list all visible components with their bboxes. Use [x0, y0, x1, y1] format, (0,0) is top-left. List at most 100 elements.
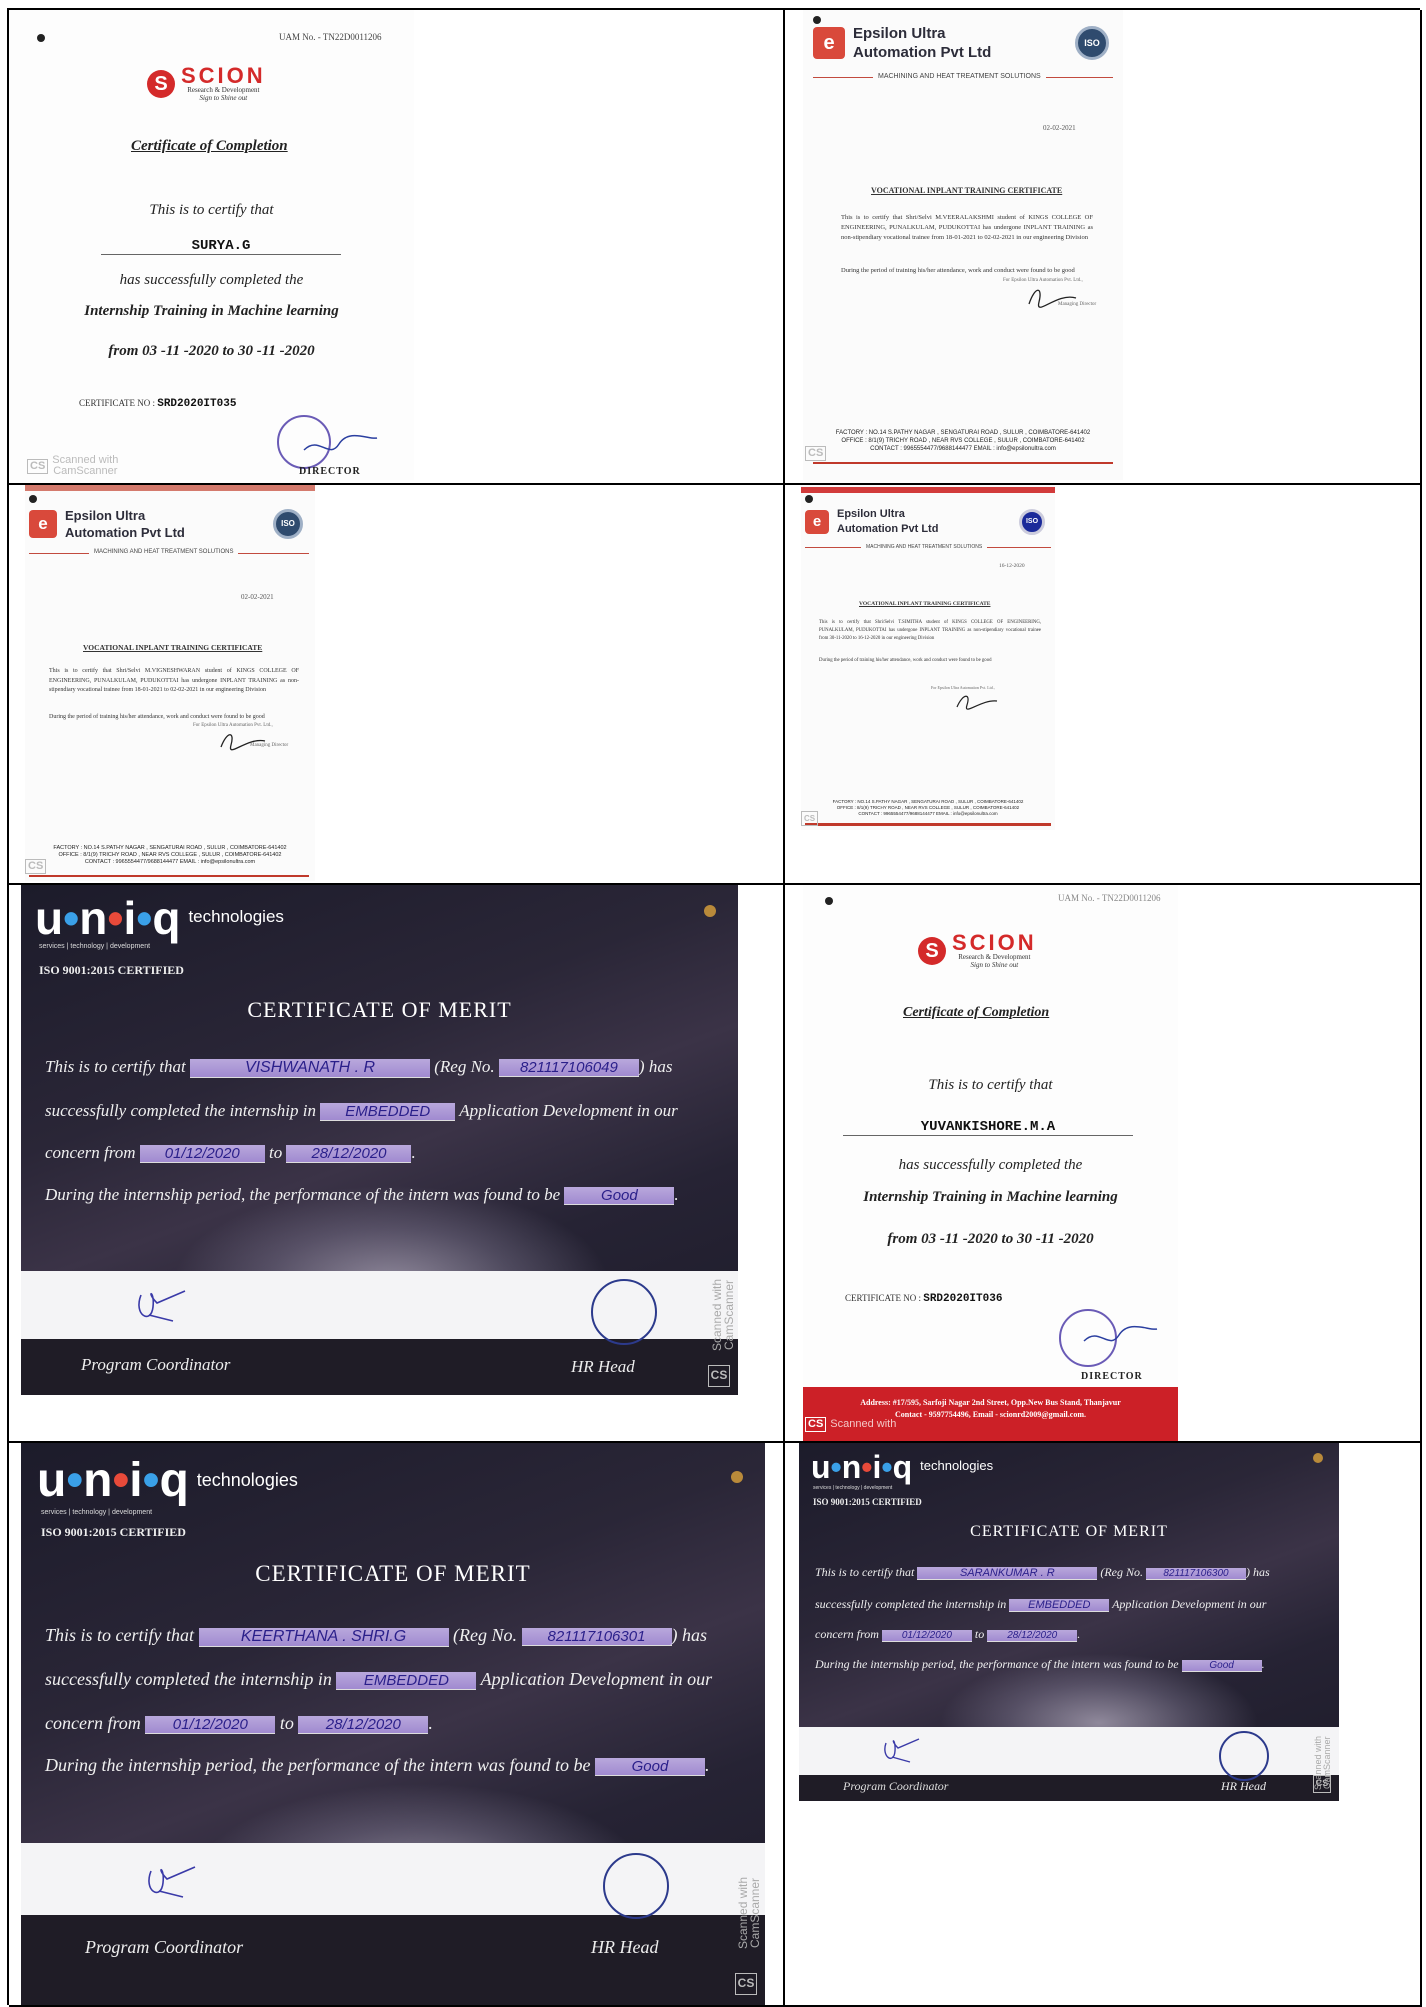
cs-badge: CS: [735, 1973, 757, 1995]
iso-badge: ISO: [1019, 509, 1045, 535]
domain-field: EMBEDDED: [1009, 1599, 1110, 1612]
completed-line: has successfully completed the: [119, 272, 304, 288]
certify-line: This is to certify that KEERTHANA . SHRI…: [45, 1625, 707, 1647]
reg-number-field: 821117106300: [1146, 1568, 1246, 1580]
certificate-number: CERTIFICATE NO : SRD2020IT036: [845, 1293, 1002, 1305]
reg-number-field: 821117106049: [498, 1059, 639, 1077]
uniq-tech: technologies: [920, 1458, 994, 1473]
to-date-field: 28/12/2020: [298, 1716, 429, 1734]
cs-badge: CS: [801, 811, 819, 826]
footer-contact: CONTACT : 9965554477/9688144477 EMAIL : …: [870, 445, 1056, 452]
from-date-field: 01/12/2020: [881, 1630, 972, 1642]
epsilon-name-1: Epsilon Ultra: [853, 25, 946, 42]
certify-line: This is to certify that: [928, 1077, 1053, 1093]
cert-no-label: CERTIFICATE NO :: [79, 398, 155, 408]
scion-logo: S SCION Research & Development Sign to S…: [918, 932, 1037, 969]
cell-scion-yuvankishore: UAM No. - TN22D0011206 S SCION Research …: [785, 885, 1422, 1443]
certify-line: This is to certify that SARANKUMAR . R (…: [815, 1565, 1270, 1580]
from-date-field: 01/12/2020: [145, 1716, 276, 1734]
iso-certified: ISO 9001:2015 CERTIFIED: [813, 1497, 922, 1507]
recipient-name-field: KEERTHANA . SHRI.G: [198, 1628, 449, 1647]
cert-no-value: SRD2020IT036: [923, 1293, 1003, 1305]
cs-badge: CS: [805, 446, 827, 461]
uniq-sub: services | technology | development: [41, 1509, 153, 1516]
epsilon-logo-icon: e: [813, 27, 845, 59]
coordinator-signature: [148, 1866, 196, 1898]
coordinator-label: Program Coordinator: [85, 1937, 244, 1957]
uniq-logo: u•n•i•q technologies: [37, 1457, 298, 1505]
address-footer: FACTORY : NO.14 S.PATHY NAGAR , SENGATUR…: [801, 799, 1055, 817]
address-footer: FACTORY : NO.14 S.PATHY NAGAR , SENGATUR…: [803, 430, 1123, 453]
signature: [1083, 1325, 1158, 1342]
scion-brand-sub: Research & Development: [958, 953, 1031, 961]
cs-badge: CS: [25, 859, 47, 874]
period-line: concern from 01/12/2020 to 28/12/2020.: [45, 1713, 433, 1734]
sign-role: Managing Director: [1058, 302, 1097, 307]
epsilon-certificate-3: e Epsilon Ultra Automation Pvt Ltd ISO MA…: [801, 485, 1055, 830]
tagline: MACHINING AND HEAT TREATMENT SOLUTIONS: [861, 544, 988, 550]
to-date-field: 28/12/2020: [286, 1145, 412, 1163]
epsilon-logo-icon: e: [805, 510, 829, 534]
footer-bar: [805, 823, 1051, 826]
domain-field: EMBEDDED: [336, 1672, 477, 1690]
cs-text2: CamScanner: [53, 465, 118, 477]
director-label: DIRECTOR: [299, 466, 361, 477]
bottom-band: [21, 1915, 765, 2005]
uniq-certificate-2: u•n•i•q technologies services | technolo…: [21, 1443, 765, 2005]
punch-hole: [731, 1471, 743, 1483]
coordinator-signature: [138, 1290, 186, 1322]
uniq-sub: services | technology | development: [813, 1485, 893, 1491]
cs-badge: CS: [27, 458, 49, 474]
certificate-title: Certificate of Completion: [903, 1005, 1050, 1020]
hr-label: HR Head: [571, 1357, 635, 1376]
sign-role: Managing Director: [250, 743, 289, 748]
certificate-title: CERTIFICATE OF MERIT: [970, 1523, 1168, 1540]
camscanner-watermark: Scanned with CamScanner: [710, 1278, 736, 1352]
certificate-number: CERTIFICATE NO : SRD2020IT035: [79, 398, 236, 410]
epsilon-name-1: Epsilon Ultra: [837, 508, 905, 520]
uniq-sub: services | technology | development: [39, 943, 151, 950]
domain-field: EMBEDDED: [320, 1103, 456, 1121]
certificate-date: 02-02-2021: [241, 593, 274, 601]
scion-certificate-2: UAM No. - TN22D0011206 S SCION Research …: [803, 885, 1178, 1441]
uniq-tech: technologies: [188, 907, 284, 926]
epsilon-logo: e Epsilon Ultra Automation Pvt Ltd: [813, 24, 991, 62]
certificate-title: VOCATIONAL INPLANT TRAINING CERTIFICATE: [859, 601, 991, 607]
grade-field: Good: [594, 1758, 705, 1776]
footer-contact: CONTACT : 9965554477/9688144477 EMAIL : …: [858, 810, 998, 816]
from-date-field: 01/12/2020: [139, 1145, 265, 1163]
scion-brand-tag: Sign to Shine out: [199, 94, 248, 102]
hr-stamp: [591, 1279, 657, 1345]
scion-logo-icon: S: [147, 70, 175, 98]
director-label: DIRECTOR: [1081, 1371, 1143, 1382]
certificate-title: VOCATIONAL INPLANT TRAINING CERTIFICATE: [871, 186, 1063, 195]
uam-number: UAM No. - TN22D0011206: [279, 32, 382, 42]
camscanner-watermark: CS Scanned with CamScanner: [27, 455, 118, 477]
internship-line: successfully completed the internship in…: [815, 1597, 1267, 1612]
coordinator-signature: [884, 1738, 920, 1763]
recipient-name-field: VISHWANATH . R: [189, 1059, 430, 1078]
cell-scion-surya: UAM No. - TN22D0011206 S SCION Research …: [9, 10, 785, 485]
scion-logo: S SCION Research & Development Sign to S…: [147, 65, 266, 102]
footer-factory: FACTORY : NO.14 S.PATHY NAGAR , SENGATUR…: [53, 845, 287, 851]
epsilon-certificate-1: e Epsilon Ultra Automation Pvt Ltd ISO MA…: [803, 10, 1123, 480]
signature: [303, 434, 378, 451]
epsilon-name-2: Automation Pvt Ltd: [65, 525, 185, 540]
punch-hole: [805, 495, 813, 503]
uniq-wordmark: u•n•i•q: [37, 1454, 189, 1507]
grade-field: Good: [564, 1187, 675, 1205]
scion-logo-icon: S: [918, 937, 946, 965]
scion-brand-tag: Sign to Shine out: [970, 961, 1019, 969]
certificate-body: This is to certify that Shri/Selvi M.VEE…: [841, 214, 1093, 241]
uam-number: UAM No. - TN22D0011206: [1058, 893, 1161, 903]
hr-label: HR Head: [1221, 1779, 1266, 1793]
hr-stamp: [603, 1853, 669, 1919]
certificate-body: This is to certify that Shri/Selvi T.SIM…: [819, 620, 1041, 641]
punch-hole: [825, 897, 833, 905]
tagline: MACHINING AND HEAT TREATMENT SOLUTIONS: [873, 73, 1046, 80]
epsilon-certificate-2: e Epsilon Ultra Automation Pvt Ltd ISO MA…: [25, 485, 315, 881]
conduct-text: During the period of training his/her at…: [841, 267, 1075, 274]
camscanner-watermark: Scanned with CamScanner: [736, 1876, 762, 1950]
to-date-field: 28/12/2020: [987, 1630, 1078, 1642]
cell-uniq-sarankumar: u•n•i•q technologies services | technolo…: [785, 1443, 1422, 2007]
